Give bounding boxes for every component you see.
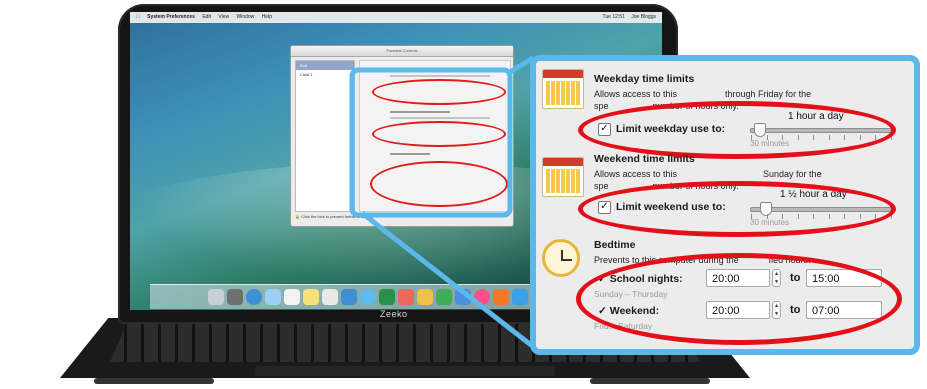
- weekday-desc: Allows access to this through Friday for …: [594, 89, 812, 99]
- lock-note-text: Click the lock to prevent further change…: [301, 214, 374, 219]
- laptop-brand: Zeeko: [380, 309, 408, 319]
- user-list: Bob Child 1: [295, 60, 355, 212]
- thumb-line: [390, 153, 430, 155]
- menu-clock[interactable]: Tue 12:51: [603, 14, 625, 20]
- thumb-line: [390, 117, 490, 119]
- keynote-app-icon[interactable]: [454, 289, 471, 305]
- app-store-icon[interactable]: [511, 289, 528, 305]
- numbers-app-icon[interactable]: [435, 289, 452, 305]
- reminders-app-icon[interactable]: [321, 289, 338, 305]
- pages-app-icon[interactable]: [416, 289, 433, 305]
- zoomed-parental-controls: Weekday time limits Allows access to thi…: [530, 55, 920, 355]
- facetime-app-icon[interactable]: [378, 289, 395, 305]
- calendar-weekday-icon: [542, 69, 584, 109]
- thumb-highlight-weekday: [372, 79, 506, 105]
- thumb-highlight-weekend: [372, 121, 506, 147]
- thumb-line: [390, 75, 490, 77]
- thumb-highlight-bedtime: [370, 161, 508, 207]
- thumb-line: [390, 69, 450, 71]
- window-title: Parental Controls: [291, 46, 513, 57]
- weekend-desc: Allows access to this Sunday for the: [594, 169, 822, 179]
- menu-help[interactable]: Help: [262, 14, 272, 20]
- menu-user[interactable]: Joe Bloggs: [631, 14, 656, 20]
- mail-app-icon[interactable]: [264, 289, 281, 305]
- menu-window[interactable]: Window: [237, 14, 255, 20]
- lock-note[interactable]: 🔒 Click the lock to prevent further chan…: [295, 214, 374, 219]
- safari-app-icon[interactable]: [245, 289, 262, 305]
- laptop-foot-right: [590, 378, 710, 384]
- clock-icon: [542, 239, 580, 277]
- maps-app-icon[interactable]: [340, 289, 357, 305]
- menu-view[interactable]: View: [218, 14, 229, 20]
- user-item[interactable]: Child 1: [296, 70, 354, 79]
- lock-icon[interactable]: 🔒: [295, 214, 300, 219]
- user-item[interactable]: Bob: [296, 61, 354, 70]
- parental-controls-window: Parental Controls Bob Child 1 🔒 Click th…: [290, 45, 514, 227]
- menu-bar:  System Preferences Edit View Window He…: [130, 12, 662, 23]
- messages-app-icon[interactable]: [359, 289, 376, 305]
- weekend-title: Weekend time limits: [594, 153, 695, 165]
- laptop-foot-left: [94, 378, 214, 384]
- finder-app-icon[interactable]: [207, 289, 224, 305]
- itunes-app-icon[interactable]: [473, 289, 490, 305]
- trackpad: [255, 366, 555, 376]
- settings-panel-thumbnail: [359, 60, 511, 212]
- menu-app-name[interactable]: System Preferences: [147, 14, 195, 20]
- thumb-line: [390, 111, 450, 113]
- weekend-highlight-oval: [578, 181, 896, 237]
- bedtime-title: Bedtime: [594, 239, 636, 251]
- menu-edit[interactable]: Edit: [202, 14, 211, 20]
- notes-app-icon[interactable]: [302, 289, 319, 305]
- calendar-app-icon[interactable]: [283, 289, 300, 305]
- apple-icon[interactable]: : [136, 14, 140, 20]
- ibooks-app-icon[interactable]: [492, 289, 509, 305]
- weekday-title: Weekday time limits: [594, 73, 695, 85]
- weekday-highlight-oval: [578, 101, 896, 159]
- photos-app-icon[interactable]: [397, 289, 414, 305]
- calendar-weekend-icon: [542, 157, 584, 197]
- bedtime-highlight-oval: [576, 253, 902, 345]
- launchpad-app-icon[interactable]: [226, 289, 243, 305]
